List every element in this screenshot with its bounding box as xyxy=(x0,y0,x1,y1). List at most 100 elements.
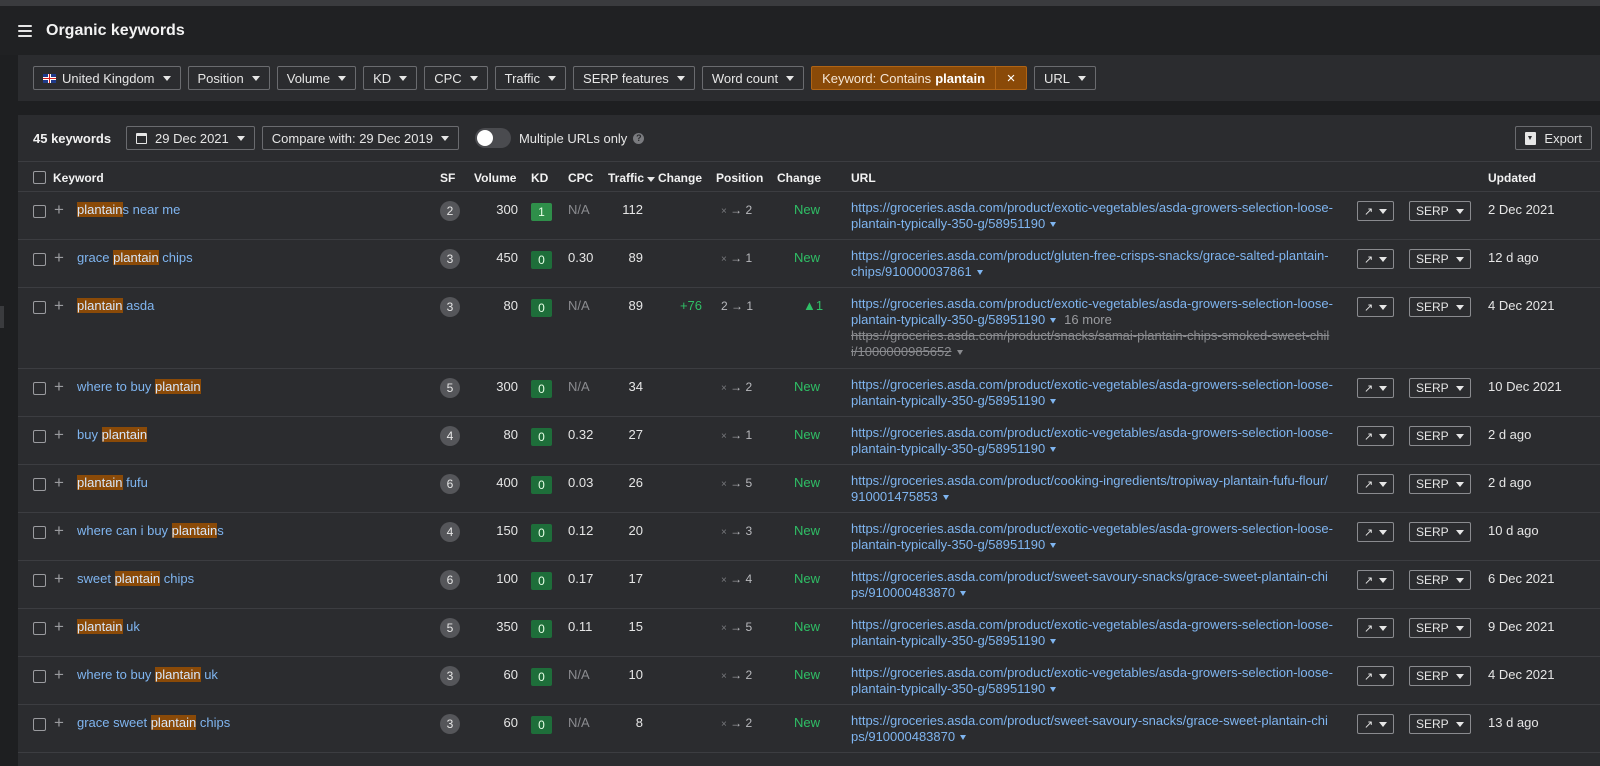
row-checkbox[interactable] xyxy=(33,478,46,491)
col-traffic[interactable]: Traffic xyxy=(608,171,656,185)
select-all-checkbox[interactable] xyxy=(33,171,46,184)
volume-filter[interactable]: Volume xyxy=(276,66,357,90)
col-kd[interactable]: KD xyxy=(531,171,548,185)
col-position-change[interactable]: Change xyxy=(777,171,821,185)
date-picker[interactable]: 29 Dec 2021 xyxy=(126,126,255,150)
expand-plus-icon[interactable]: + xyxy=(54,297,64,314)
url-link[interactable]: plantain-typically-350-g/58951190 xyxy=(851,216,1045,231)
expand-plus-icon[interactable]: + xyxy=(54,474,64,491)
url-link[interactable]: https://groceries.asda.com/product/exoti… xyxy=(851,617,1333,632)
serp-features-filter[interactable]: SERP features xyxy=(573,66,695,90)
chart-button[interactable]: ↗ xyxy=(1357,426,1395,446)
row-checkbox[interactable] xyxy=(33,205,46,218)
url-link[interactable]: https://groceries.asda.com/product/exoti… xyxy=(851,200,1333,215)
chart-button[interactable]: ↗ xyxy=(1357,666,1395,686)
url-link[interactable]: ps/910000483870 xyxy=(851,585,955,600)
url-link[interactable]: https://groceries.asda.com/product/sweet… xyxy=(851,713,1328,728)
chart-button[interactable]: ↗ xyxy=(1357,618,1395,638)
url-link[interactable]: https://groceries.asda.com/product/exoti… xyxy=(851,377,1333,392)
row-checkbox[interactable] xyxy=(33,718,46,731)
keyword-link[interactable]: sweet plantain chips xyxy=(77,571,194,586)
row-checkbox[interactable] xyxy=(33,622,46,635)
menu-icon[interactable] xyxy=(18,24,32,37)
col-position[interactable]: Position xyxy=(716,171,763,185)
serp-button[interactable]: SERP xyxy=(1409,249,1471,269)
cpc-filter[interactable]: CPC xyxy=(424,66,488,90)
position-filter[interactable]: Position xyxy=(187,66,270,90)
url-link[interactable]: 910001475853 xyxy=(851,489,938,504)
url-dropdown-icon[interactable] xyxy=(976,270,983,276)
chart-button[interactable]: ↗ xyxy=(1357,570,1395,590)
url-link[interactable]: https://groceries.asda.com/product/sweet… xyxy=(851,569,1328,584)
serp-button[interactable]: SERP xyxy=(1409,618,1471,638)
url-link[interactable]: plantain-typically-350-g/58951190 xyxy=(851,681,1045,696)
serp-button[interactable]: SERP xyxy=(1409,201,1471,221)
url-dropdown-icon[interactable] xyxy=(1050,447,1057,453)
url-link[interactable]: https://groceries.asda.com/product/exoti… xyxy=(851,665,1333,680)
row-checkbox[interactable] xyxy=(33,301,46,314)
url-link[interactable]: plantain-typically-350-g/58951190 xyxy=(851,633,1045,648)
url-dropdown-icon[interactable] xyxy=(1050,639,1057,645)
serp-button[interactable]: SERP xyxy=(1409,570,1471,590)
row-checkbox[interactable] xyxy=(33,670,46,683)
url-link[interactable]: https://groceries.asda.com/product/glute… xyxy=(851,248,1329,263)
serp-button[interactable]: SERP xyxy=(1409,522,1471,542)
expand-plus-icon[interactable]: + xyxy=(54,618,64,635)
help-icon[interactable]: ? xyxy=(633,132,645,144)
keyword-link[interactable]: plantain uk xyxy=(77,619,140,634)
expand-plus-icon[interactable]: + xyxy=(54,666,64,683)
serp-features-badge[interactable]: 6 xyxy=(440,570,460,590)
country-filter[interactable]: United Kingdom xyxy=(33,66,181,90)
keyword-link[interactable]: where to buy plantain xyxy=(77,379,201,394)
url-dropdown-icon[interactable] xyxy=(960,591,967,597)
expand-plus-icon[interactable]: + xyxy=(54,201,64,218)
keyword-link[interactable]: plantain fufu xyxy=(77,475,148,490)
serp-button[interactable]: SERP xyxy=(1409,666,1471,686)
chart-button[interactable]: ↗ xyxy=(1357,714,1395,734)
expand-plus-icon[interactable]: + xyxy=(54,426,64,443)
url-dropdown-icon[interactable] xyxy=(942,495,949,501)
url-link[interactable]: plantain-typically-350-g/58951190 xyxy=(851,312,1045,327)
lost-url[interactable]: https://groceries.asda.com/product/snack… xyxy=(851,328,1329,343)
col-keyword[interactable]: Keyword xyxy=(53,171,104,185)
serp-features-badge[interactable]: 3 xyxy=(440,666,460,686)
keyword-link[interactable]: plantains near me xyxy=(77,202,180,217)
more-urls-link[interactable]: 16 more xyxy=(1064,312,1112,327)
serp-features-badge[interactable]: 3 xyxy=(440,714,460,734)
url-link[interactable]: https://groceries.asda.com/product/exoti… xyxy=(851,521,1333,536)
serp-features-badge[interactable]: 2 xyxy=(440,201,460,221)
serp-button[interactable]: SERP xyxy=(1409,297,1471,317)
url-filter[interactable]: URL xyxy=(1034,66,1097,90)
row-checkbox[interactable] xyxy=(33,574,46,587)
url-dropdown-icon[interactable] xyxy=(960,735,967,741)
keyword-link[interactable]: where can i buy plantains xyxy=(77,523,224,538)
export-button[interactable]: Export xyxy=(1515,126,1592,150)
url-dropdown-icon[interactable] xyxy=(1050,543,1057,549)
row-checkbox[interactable] xyxy=(33,430,46,443)
expand-plus-icon[interactable]: + xyxy=(54,249,64,266)
col-sf[interactable]: SF xyxy=(440,171,455,185)
chart-button[interactable]: ↗ xyxy=(1357,474,1395,494)
url-dropdown-icon[interactable] xyxy=(1050,687,1057,693)
serp-features-badge[interactable]: 5 xyxy=(440,618,460,638)
kd-filter[interactable]: KD xyxy=(363,66,418,90)
url-link[interactable]: plantain-typically-350-g/58951190 xyxy=(851,537,1045,552)
url-dropdown-icon[interactable] xyxy=(1050,399,1057,405)
url-dropdown-icon[interactable] xyxy=(956,350,963,356)
row-checkbox[interactable] xyxy=(33,382,46,395)
serp-features-badge[interactable]: 6 xyxy=(440,474,460,494)
keyword-link[interactable]: where to buy plantain uk xyxy=(77,667,218,682)
url-link[interactable]: https://groceries.asda.com/product/cooki… xyxy=(851,473,1328,488)
row-checkbox[interactable] xyxy=(33,526,46,539)
keyword-contains-filter[interactable]: Keyword: Contains plantain × xyxy=(811,66,1028,90)
url-link[interactable]: https://groceries.asda.com/product/exoti… xyxy=(851,296,1333,311)
col-volume[interactable]: Volume xyxy=(474,171,516,185)
col-cpc[interactable]: CPC xyxy=(568,171,593,185)
chart-button[interactable]: ↗ xyxy=(1357,522,1395,542)
chart-button[interactable]: ↗ xyxy=(1357,297,1395,317)
serp-features-badge[interactable]: 4 xyxy=(440,522,460,542)
serp-button[interactable]: SERP xyxy=(1409,714,1471,734)
serp-button[interactable]: SERP xyxy=(1409,378,1471,398)
keyword-link[interactable]: grace sweet plantain chips xyxy=(77,715,230,730)
row-checkbox[interactable] xyxy=(33,253,46,266)
